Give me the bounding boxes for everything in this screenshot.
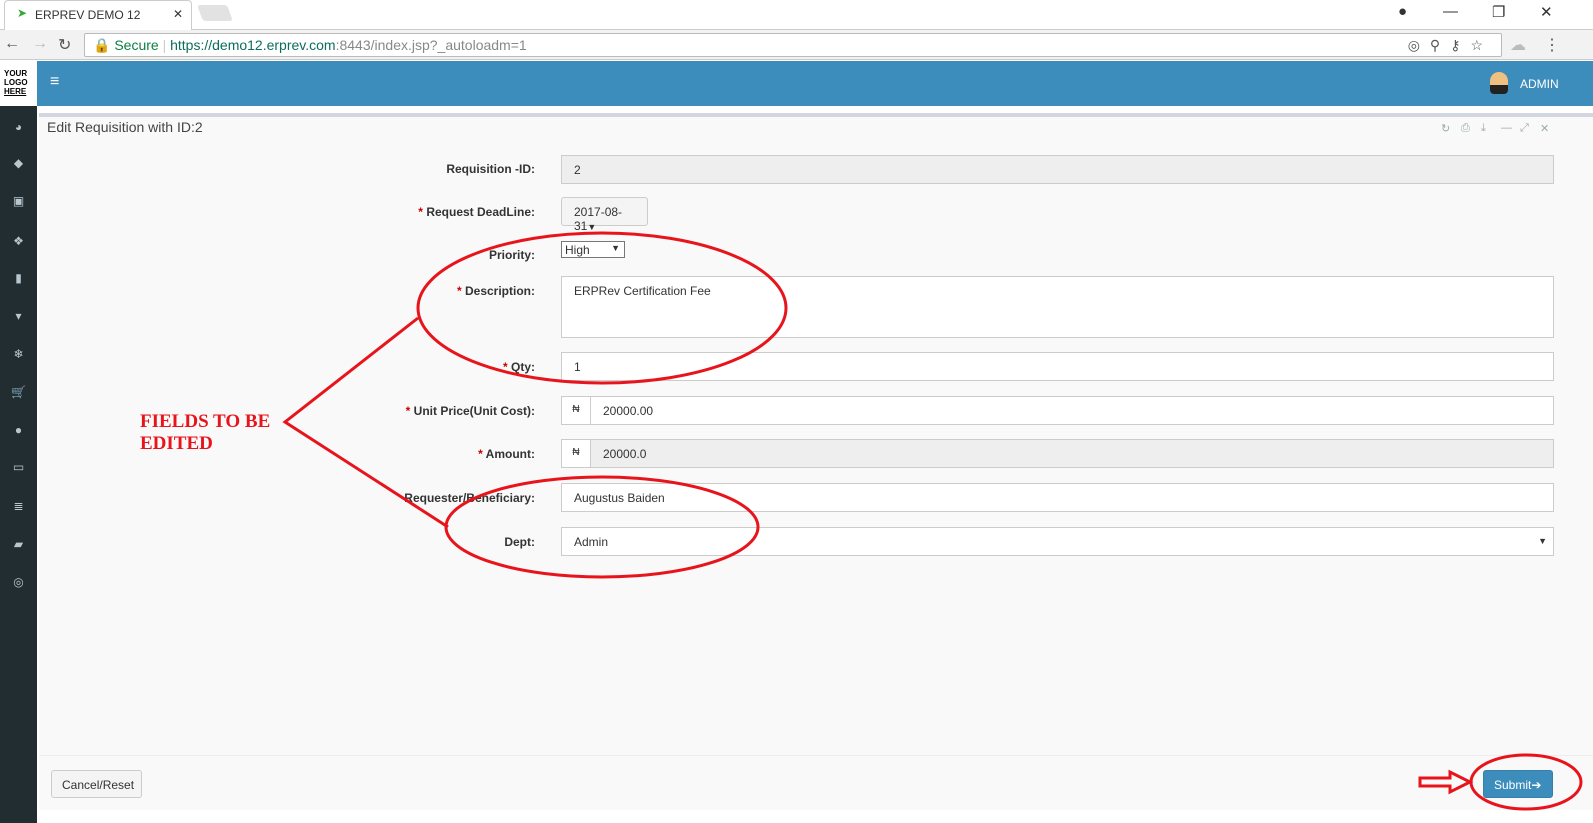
- requester-label: Requester/Beneficiary:: [404, 491, 535, 505]
- desktop-icon[interactable]: ▭: [0, 460, 37, 474]
- chevron-down-icon: ▼: [1538, 536, 1547, 546]
- avatar[interactable]: [1490, 72, 1508, 94]
- building-icon[interactable]: ▮: [0, 271, 37, 285]
- reload-icon[interactable]: ↻: [58, 35, 71, 55]
- submit-button[interactable]: Submit➔: [1483, 770, 1553, 798]
- amount-field: 20000.0: [590, 439, 1554, 468]
- restore-icon[interactable]: ❐: [1492, 3, 1505, 21]
- cancel-reset-button[interactable]: Cancel/Reset: [51, 770, 142, 798]
- tab-title: ERPREV DEMO 12: [35, 8, 141, 22]
- print-icon[interactable]: ⎙: [1461, 122, 1470, 135]
- dept-select[interactable]: Admin ▼: [561, 527, 1554, 556]
- dashboard-icon[interactable]: ◕: [0, 120, 37, 134]
- url-input[interactable]: 🔒 Secure | https://demo12.erprev.com:844…: [84, 33, 1502, 57]
- minimize-icon[interactable]: —: [1443, 3, 1458, 20]
- url-host: https://demo12.erprev.com: [170, 37, 336, 53]
- minimize-panel-icon[interactable]: —: [1501, 122, 1512, 134]
- hamburger-icon[interactable]: ≡: [50, 73, 59, 91]
- requester-input[interactable]: Augustus Baiden: [561, 483, 1554, 512]
- secure-label: Secure: [114, 37, 159, 53]
- url-bar-icons[interactable]: ◎⚲⚷☆: [1408, 37, 1493, 54]
- app-header: ≡ ADMIN: [0, 61, 1593, 106]
- lifebuoy-icon[interactable]: ◎: [0, 575, 37, 589]
- lock-icon: 🔒: [93, 37, 111, 53]
- url-path: :8443/index.jsp?_autoloadm=1: [335, 37, 527, 53]
- extension-icon[interactable]: ☁: [1510, 35, 1526, 55]
- qty-label: * Qty:: [502, 360, 535, 374]
- arrow-circle-right-icon: ➔: [1531, 778, 1542, 792]
- expand-icon[interactable]: ⤢: [1520, 122, 1529, 135]
- requisition-id-field: 2: [561, 155, 1554, 184]
- money-icon[interactable]: ▣: [0, 194, 37, 208]
- book-icon[interactable]: ▰: [0, 537, 37, 551]
- new-tab-button[interactable]: [197, 5, 233, 21]
- back-icon[interactable]: ←: [4, 35, 20, 53]
- close-tab-icon[interactable]: ✕: [173, 7, 183, 21]
- snowflake-icon[interactable]: ❄: [0, 347, 37, 361]
- cubes-icon[interactable]: ❖: [0, 234, 37, 248]
- trash-icon[interactable]: ▾: [0, 309, 37, 323]
- currency-addon: ₦: [561, 396, 591, 425]
- profile-icon[interactable]: ●: [1398, 3, 1407, 20]
- close-window-icon[interactable]: ✕: [1540, 3, 1553, 21]
- browser-tab[interactable]: ➤ ERPREV DEMO 12 ✕: [4, 0, 192, 30]
- refresh-icon[interactable]: ↻: [1441, 122, 1450, 135]
- description-textarea[interactable]: ERPRev Certification Fee: [561, 276, 1554, 338]
- id-label: Requisition -ID:: [446, 162, 535, 176]
- user-name[interactable]: ADMIN: [1520, 77, 1559, 91]
- circle-icon[interactable]: ●: [0, 423, 37, 437]
- sidebar: ◕ ◆ ▣ ❖ ▮ ▾ ❄ 🛒 ● ▭ ≣ ▰ ◎: [0, 106, 37, 823]
- address-bar: ← → ↻ 🔒 Secure | https://demo12.erprev.c…: [0, 30, 1593, 60]
- annotation-text: FIELDS TO BE EDITED: [140, 411, 271, 454]
- unit-price-input[interactable]: 20000.00: [590, 396, 1554, 425]
- logo[interactable]: YOUR LOGO HERE: [0, 61, 37, 106]
- description-label: * Description:: [456, 284, 535, 298]
- close-panel-icon[interactable]: ✕: [1540, 122, 1549, 135]
- menu-dots-icon[interactable]: ⋮: [1544, 35, 1560, 55]
- currency-addon: ₦: [561, 439, 591, 468]
- tag-icon[interactable]: ◆: [0, 156, 37, 170]
- deadline-picker[interactable]: 2017-08-31▼: [561, 197, 648, 233]
- database-icon[interactable]: ≣: [0, 499, 37, 513]
- chevron-down-icon: ▼: [611, 243, 620, 253]
- divider: [39, 755, 1593, 756]
- forward-icon[interactable]: →: [32, 35, 48, 53]
- browser-tabbar: ➤ ERPREV DEMO 12 ✕ ● — ❐ ✕: [0, 0, 1593, 30]
- priority-label: Priority:: [488, 248, 535, 262]
- download-icon[interactable]: ⤓: [1481, 122, 1486, 135]
- deadline-label: * Request DeadLine:: [418, 205, 535, 219]
- priority-select[interactable]: High ▼: [561, 241, 625, 258]
- dept-label: Dept:: [504, 535, 535, 549]
- qty-input[interactable]: 1: [561, 352, 1554, 381]
- bird-icon: ➤: [17, 6, 28, 20]
- cart-icon[interactable]: 🛒: [0, 385, 37, 399]
- panel-title: Edit Requisition with ID:2: [47, 119, 203, 135]
